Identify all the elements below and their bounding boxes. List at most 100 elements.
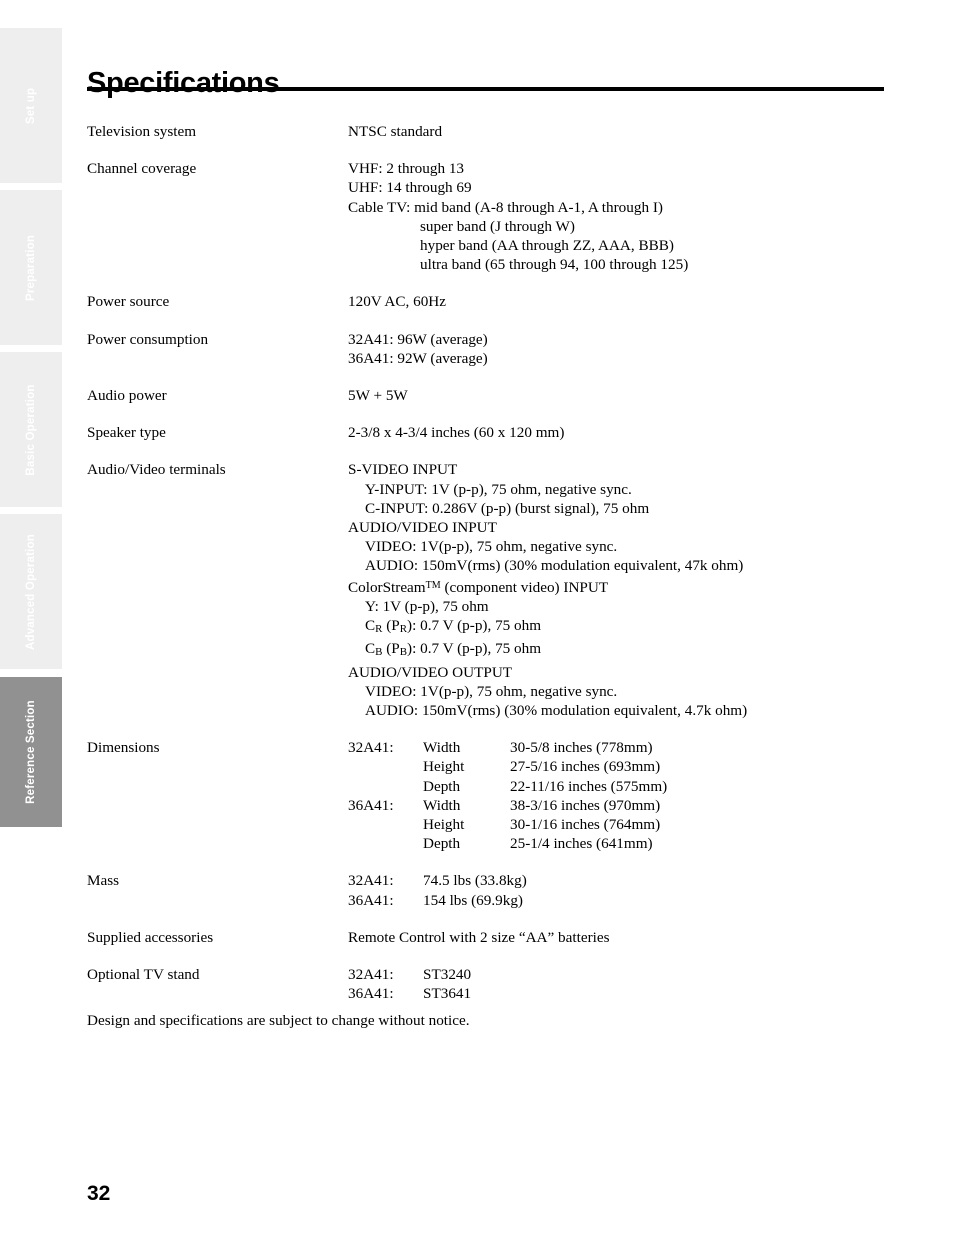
dimension-model: 36A41: [348, 796, 394, 814]
spec-row-mass: Mass 32A41: 74.5 lbs (33.8kg) 36A41: 154… [87, 871, 887, 909]
dimension-model: 32A41: [348, 739, 394, 757]
page-content: Specifications Television system NTSC st… [0, 0, 954, 1235]
dimension-measure: 30-5/8 inches (778mm) [510, 739, 653, 757]
mass-value: 154 lbs (69.9kg) [423, 891, 523, 909]
pb-subscript: B [399, 646, 408, 659]
spec-label: Power source [87, 293, 170, 311]
spec-row-television-system: Television system NTSC standard [87, 122, 887, 141]
spec-value-line: 32A41: 96W (average) [348, 330, 488, 348]
dimension-field: Depth [423, 835, 461, 853]
dimension-row: Height 30-1/16 inches (764mm) [348, 815, 887, 834]
spec-value-line: NTSC standard [348, 123, 443, 140]
disclaimer-note: Design and specifications are subject to… [87, 1012, 470, 1029]
specifications-table: Television system NTSC standard Channel … [87, 122, 887, 1021]
cb-rest: ): 0.7 V (p-p), 75 ohm [407, 640, 542, 658]
trademark-mark: TM [425, 579, 441, 591]
mass-model: 36A41: [348, 891, 394, 909]
colorstream-suffix: (component video) INPUT [440, 578, 609, 596]
spec-row-optional-tv-stand: Optional TV stand 32A41: ST3240 36A41: S… [87, 965, 887, 1003]
spec-value-line: Y-INPUT: 1V (p-p), 75 ohm, negative sync… [365, 480, 632, 498]
dimension-measure: 22-11/16 inches (575mm) [510, 777, 668, 795]
dimension-measure: 25-1/4 inches (641mm) [510, 835, 653, 853]
dimension-field: Width [423, 739, 461, 757]
spec-value-line: 36A41: 92W (average) [348, 349, 488, 367]
stand-row: 32A41: ST3240 [348, 965, 887, 984]
spec-label: Mass [87, 872, 120, 890]
spec-value-line: Y: 1V (p-p), 75 ohm [365, 598, 489, 616]
page-title: Specifications [87, 67, 280, 100]
cr-symbol: C [365, 617, 376, 635]
spec-value-line: UHF: 14 through 69 [348, 179, 472, 197]
mass-value: 74.5 lbs (33.8kg) [423, 872, 527, 890]
spec-value: 120V AC, 60Hz [348, 292, 887, 311]
stand-model: 36A41: [348, 985, 394, 1003]
spec-value: 32A41: Width 30-5/8 inches (778mm) Heigh… [348, 738, 887, 853]
spec-row-supplied-accessories: Supplied accessories Remote Control with… [87, 928, 887, 947]
dimension-field: Depth [423, 777, 461, 795]
pr-subscript: R [399, 623, 408, 636]
stand-value: ST3641 [423, 985, 472, 1003]
spec-row-audio-power: Audio power 5W + 5W [87, 386, 887, 405]
dimension-measure: 38-3/16 inches (970mm) [510, 796, 661, 814]
dimension-field: Height [423, 758, 465, 776]
spec-value-line: AUDIO: 150mV(rms) (30% modulation equiva… [365, 702, 748, 720]
spec-value: 32A41: ST3240 36A41: ST3641 [348, 965, 887, 1003]
dimension-row: Depth 25-1/4 inches (641mm) [348, 834, 887, 853]
spec-value-line: Cable TV: mid band (A-8 through A-1, A t… [348, 198, 663, 216]
dimension-model [348, 834, 423, 853]
spec-value: VHF: 2 through 13 UHF: 14 through 69 Cab… [348, 159, 887, 274]
dimension-measure: 27-5/16 inches (693mm) [510, 758, 661, 776]
spec-value-line: VIDEO: 1V(p-p), 75 ohm, negative sync. [365, 538, 618, 556]
spec-value-line: ultra band (65 through 94, 100 through 1… [420, 256, 689, 274]
spec-row-power-consumption: Power consumption 32A41: 96W (average) 3… [87, 330, 887, 368]
spec-row-channel-coverage: Channel coverage VHF: 2 through 13 UHF: … [87, 159, 887, 274]
spec-row-speaker-type: Speaker type 2-3/8 x 4-3/4 inches (60 x … [87, 423, 887, 442]
dimension-field: Height [423, 816, 465, 834]
spec-value: S-VIDEO INPUT Y-INPUT: 1V (p-p), 75 ohm,… [348, 460, 887, 720]
spec-value-line: VIDEO: 1V(p-p), 75 ohm, negative sync. [365, 682, 618, 700]
spec-label: Audio/Video terminals [87, 461, 226, 479]
dimension-row: Height 27-5/16 inches (693mm) [348, 757, 887, 776]
cr-rest: ): 0.7 V (p-p), 75 ohm [407, 617, 542, 635]
spec-value-line: C-INPUT: 0.286V (p-p) (burst signal), 75… [365, 499, 650, 517]
spec-value-line: AUDIO/VIDEO OUTPUT [348, 663, 513, 681]
spec-value-line: hyper band (AA through ZZ, AAA, BBB) [420, 237, 674, 255]
spec-value-line-cb: CB (PB): 0.7 V (p-p), 75 ohm [348, 639, 887, 662]
spec-label: Supplied accessories [87, 928, 214, 946]
spec-label: Television system [87, 123, 197, 140]
spec-label: Audio power [87, 387, 167, 405]
spec-label: Optional TV stand [87, 966, 200, 984]
title-rule [87, 87, 884, 91]
dimension-model [348, 777, 423, 796]
mass-row: 32A41: 74.5 lbs (33.8kg) [348, 871, 887, 890]
pr-open: (P [382, 617, 400, 635]
spec-value-line: Remote Control with 2 size “AA” batterie… [348, 928, 610, 946]
spec-value-line: 5W + 5W [348, 387, 408, 405]
mass-row: 36A41: 154 lbs (69.9kg) [348, 891, 887, 910]
spec-value: 2-3/8 x 4-3/4 inches (60 x 120 mm) [348, 423, 887, 442]
spec-row-dimensions: Dimensions 32A41: Width 30-5/8 inches (7… [87, 738, 887, 853]
spec-value-line: AUDIO/VIDEO INPUT [348, 519, 497, 537]
spec-value: 32A41: 96W (average) 36A41: 92W (average… [348, 330, 887, 368]
spec-value-line: super band (J through W) [420, 217, 575, 235]
spec-value: 5W + 5W [348, 386, 887, 405]
spec-row-av-terminals: Audio/Video terminals S-VIDEO INPUT Y-IN… [87, 460, 887, 720]
stand-model: 32A41: [348, 966, 394, 984]
spec-label: Dimensions [87, 739, 160, 757]
spec-label: Power consumption [87, 330, 209, 348]
dimension-measure: 30-1/16 inches (764mm) [510, 816, 661, 834]
dimension-model [348, 815, 423, 834]
spec-value-line: AUDIO: 150mV(rms) (30% modulation equiva… [365, 557, 744, 575]
spec-value-line: 120V AC, 60Hz [348, 293, 447, 311]
dimension-row: Depth 22-11/16 inches (575mm) [348, 777, 887, 796]
dimension-row: 32A41: Width 30-5/8 inches (778mm) [348, 738, 887, 757]
pb-open: (P [382, 640, 400, 658]
dimension-field: Width [423, 796, 461, 814]
mass-model: 32A41: [348, 872, 394, 890]
dimension-row: 36A41: Width 38-3/16 inches (970mm) [348, 796, 887, 815]
stand-value: ST3240 [423, 966, 472, 984]
spec-label: Speaker type [87, 424, 166, 442]
colorstream-name: ColorStream [348, 578, 426, 596]
spec-value: NTSC standard [348, 122, 887, 141]
stand-row: 36A41: ST3641 [348, 984, 887, 1003]
